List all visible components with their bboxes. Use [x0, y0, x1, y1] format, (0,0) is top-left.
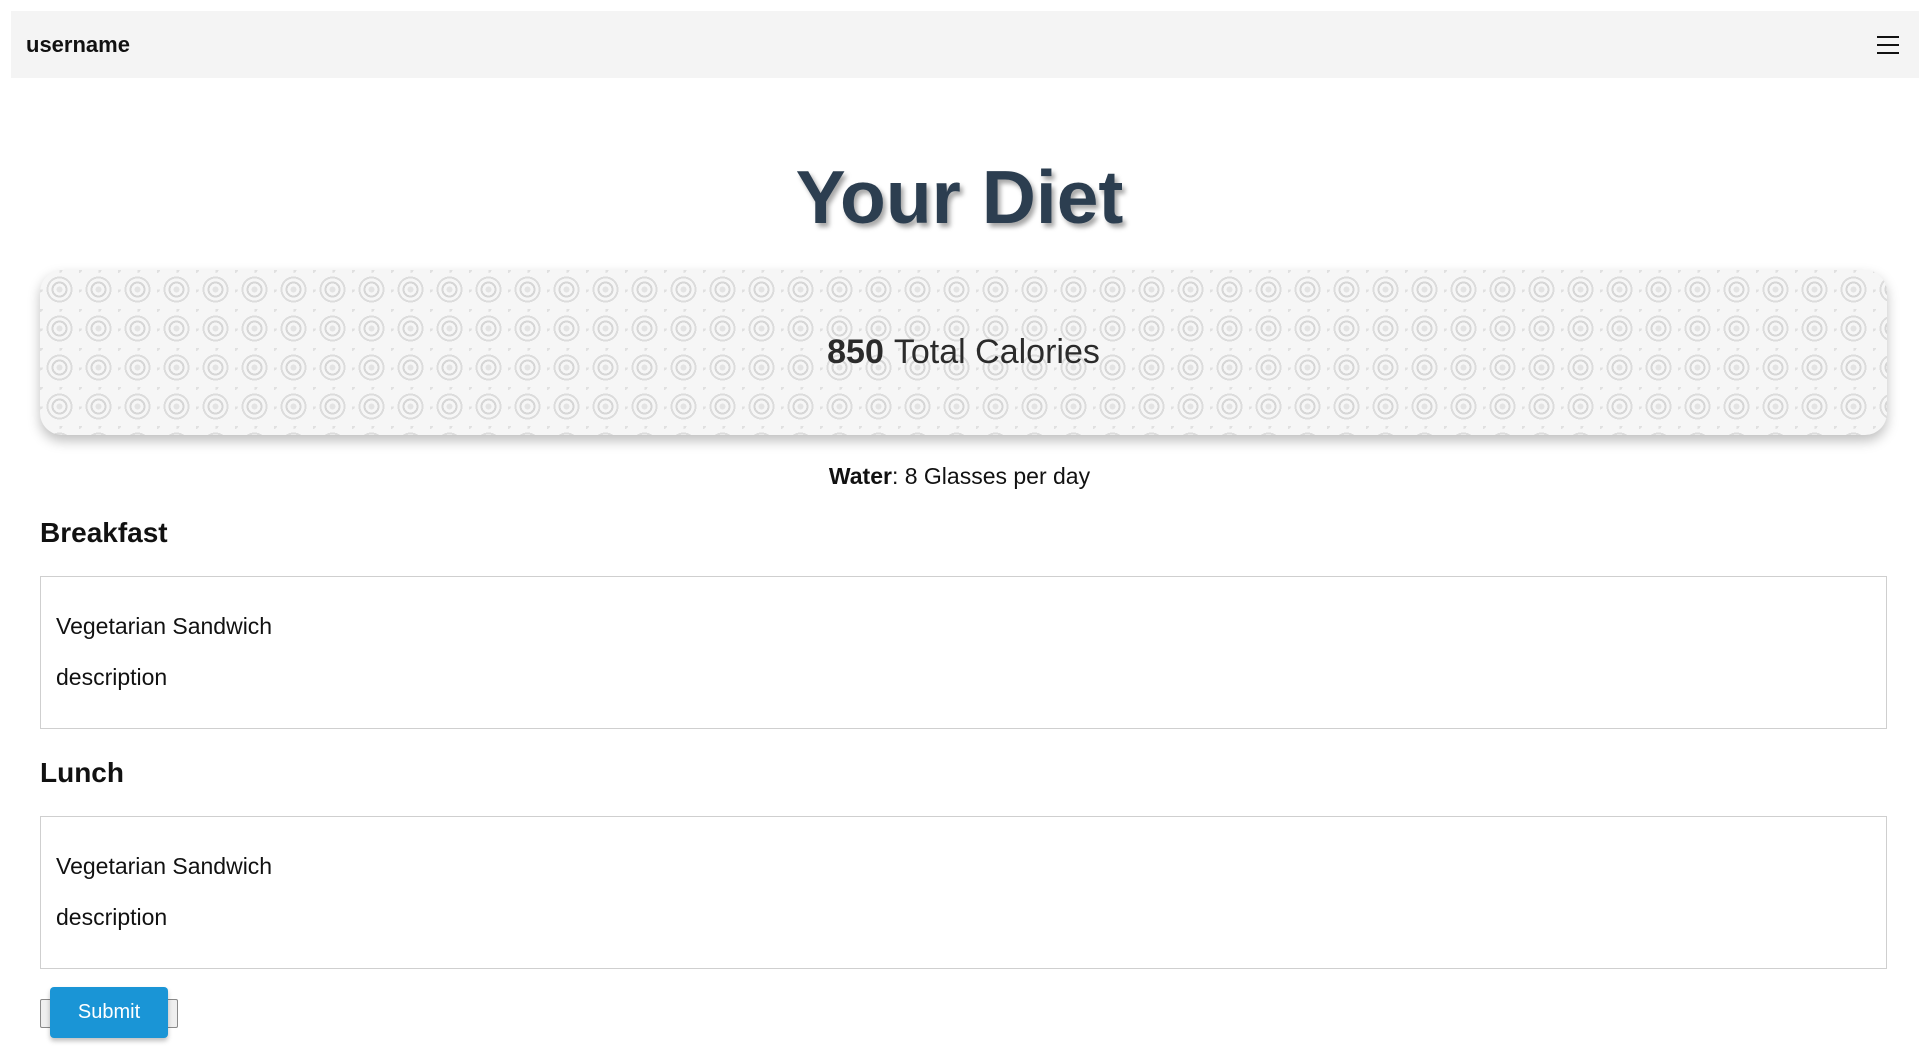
menu-bar-line — [1877, 43, 1899, 46]
water-info: Water: 8 Glasses per day — [0, 463, 1919, 490]
menu-bar-line — [1877, 35, 1899, 38]
lunch-heading: Lunch — [40, 757, 124, 788]
username-label[interactable]: username — [26, 32, 130, 58]
breakfast-heading: Breakfast — [40, 517, 168, 548]
lunch-meal-name: Vegetarian Sandwich — [56, 853, 273, 879]
breakfast-meal-description: description — [56, 664, 168, 690]
breakfast-card[interactable]: Vegetarian Sandwich description — [40, 576, 1887, 729]
submit-button[interactable]: Submit — [50, 987, 168, 1038]
calories-banner: 850 Total Calories — [40, 270, 1887, 435]
menu-bar-line — [1877, 51, 1899, 54]
breakfast-meal-name: Vegetarian Sandwich — [56, 613, 273, 639]
page-title: Your Diet — [795, 155, 1124, 239]
hamburger-menu-icon[interactable] — [1873, 30, 1903, 60]
total-calories-value: 850 — [827, 333, 884, 371]
lunch-meal-description: description — [56, 904, 168, 930]
lunch-card[interactable]: Vegetarian Sandwich description — [40, 816, 1887, 969]
water-label: Water — [828, 463, 892, 489]
water-text: : 8 Glasses per day — [891, 463, 1091, 489]
top-navbar: username — [11, 11, 1919, 78]
total-calories-label: Total Calories — [893, 333, 1100, 371]
